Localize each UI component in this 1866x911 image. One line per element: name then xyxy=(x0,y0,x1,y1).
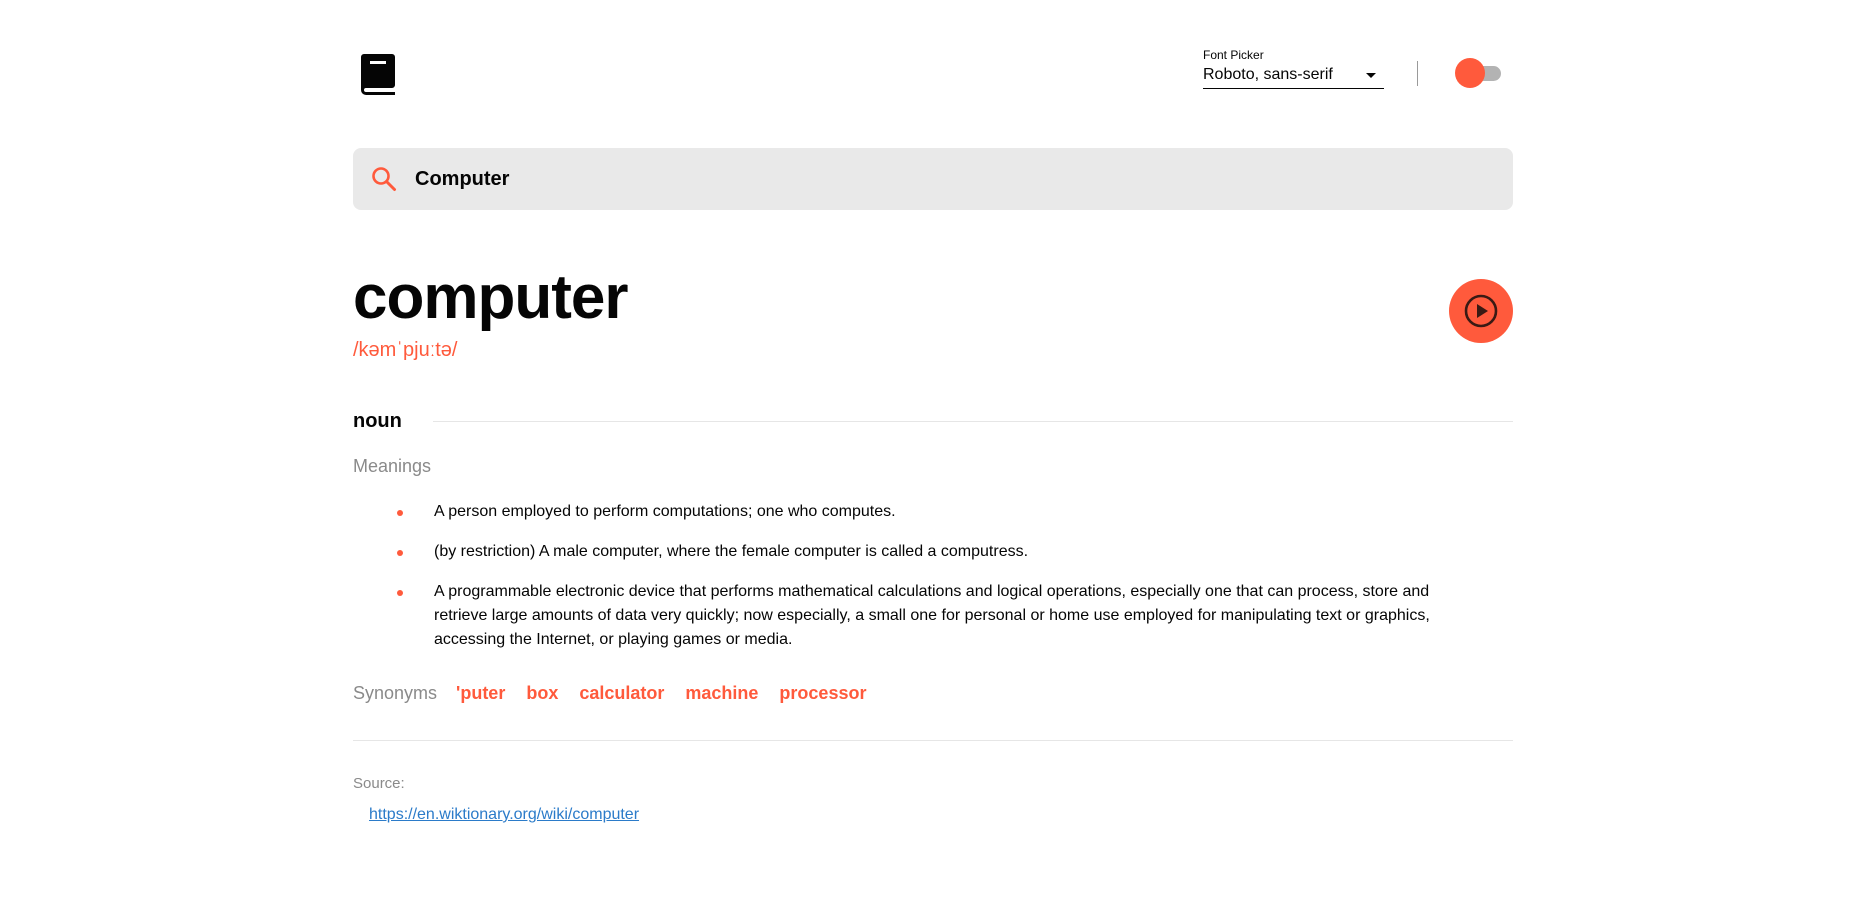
bullet xyxy=(397,510,403,516)
synonym-link[interactable]: processor xyxy=(779,681,866,705)
synonyms-label: Synonyms xyxy=(353,683,438,703)
synonym-link[interactable]: box xyxy=(526,681,558,705)
font-picker-label: Font Picker xyxy=(1203,48,1264,62)
list-item: A programmable electronic device that pe… xyxy=(397,580,1447,652)
bullet xyxy=(397,590,403,596)
part-of-speech-row: noun xyxy=(353,409,1513,435)
meaning-text: A programmable electronic device that pe… xyxy=(434,583,1430,648)
bullet xyxy=(397,550,403,556)
caret-down-icon xyxy=(1366,73,1376,78)
synonym-link[interactable]: calculator xyxy=(579,681,664,705)
source-label: Source: xyxy=(353,775,405,792)
synonym-link[interactable]: 'puter xyxy=(456,681,505,705)
list-item: A person employed to perform computation… xyxy=(397,500,1447,524)
font-select-value: Roboto, sans-serif xyxy=(1203,66,1333,83)
meaning-text: A person employed to perform computation… xyxy=(434,503,896,520)
play-audio-button[interactable] xyxy=(1449,279,1513,343)
source-link[interactable]: https://en.wiktionary.org/wiki/computer xyxy=(369,805,639,825)
part-of-speech: noun xyxy=(353,410,402,432)
toggle-thumb xyxy=(1455,58,1485,88)
meaning-text: (by restriction) A male computer, where … xyxy=(434,543,1029,560)
synonym-link[interactable]: machine xyxy=(685,681,758,705)
header-divider xyxy=(1417,61,1418,86)
word-title: computer xyxy=(353,263,628,332)
divider xyxy=(433,421,1513,422)
meanings-list: A person employed to perform computation… xyxy=(397,500,1447,668)
list-item: (by restriction) A male computer, where … xyxy=(397,540,1447,564)
search-icon[interactable] xyxy=(371,166,397,192)
font-picker: Font Picker Roboto, sans-serif xyxy=(1203,48,1384,89)
dictionary-app: Font Picker Roboto, sans-serif computer … xyxy=(353,0,1513,823)
theme-toggle[interactable] xyxy=(1455,57,1505,90)
play-icon xyxy=(1464,294,1498,328)
book-icon[interactable] xyxy=(358,52,398,96)
meanings-heading: Meanings xyxy=(353,456,432,476)
font-select[interactable]: Roboto, sans-serif xyxy=(1203,64,1384,89)
divider xyxy=(353,740,1513,741)
phonetic-text: /kəmˈpjuːtə/ xyxy=(353,339,458,361)
synonyms-row: Synonyms 'puter box calculator machine p… xyxy=(353,681,887,705)
search-input[interactable] xyxy=(415,160,1495,198)
search-bar xyxy=(353,148,1513,210)
header: Font Picker Roboto, sans-serif xyxy=(353,0,1513,140)
